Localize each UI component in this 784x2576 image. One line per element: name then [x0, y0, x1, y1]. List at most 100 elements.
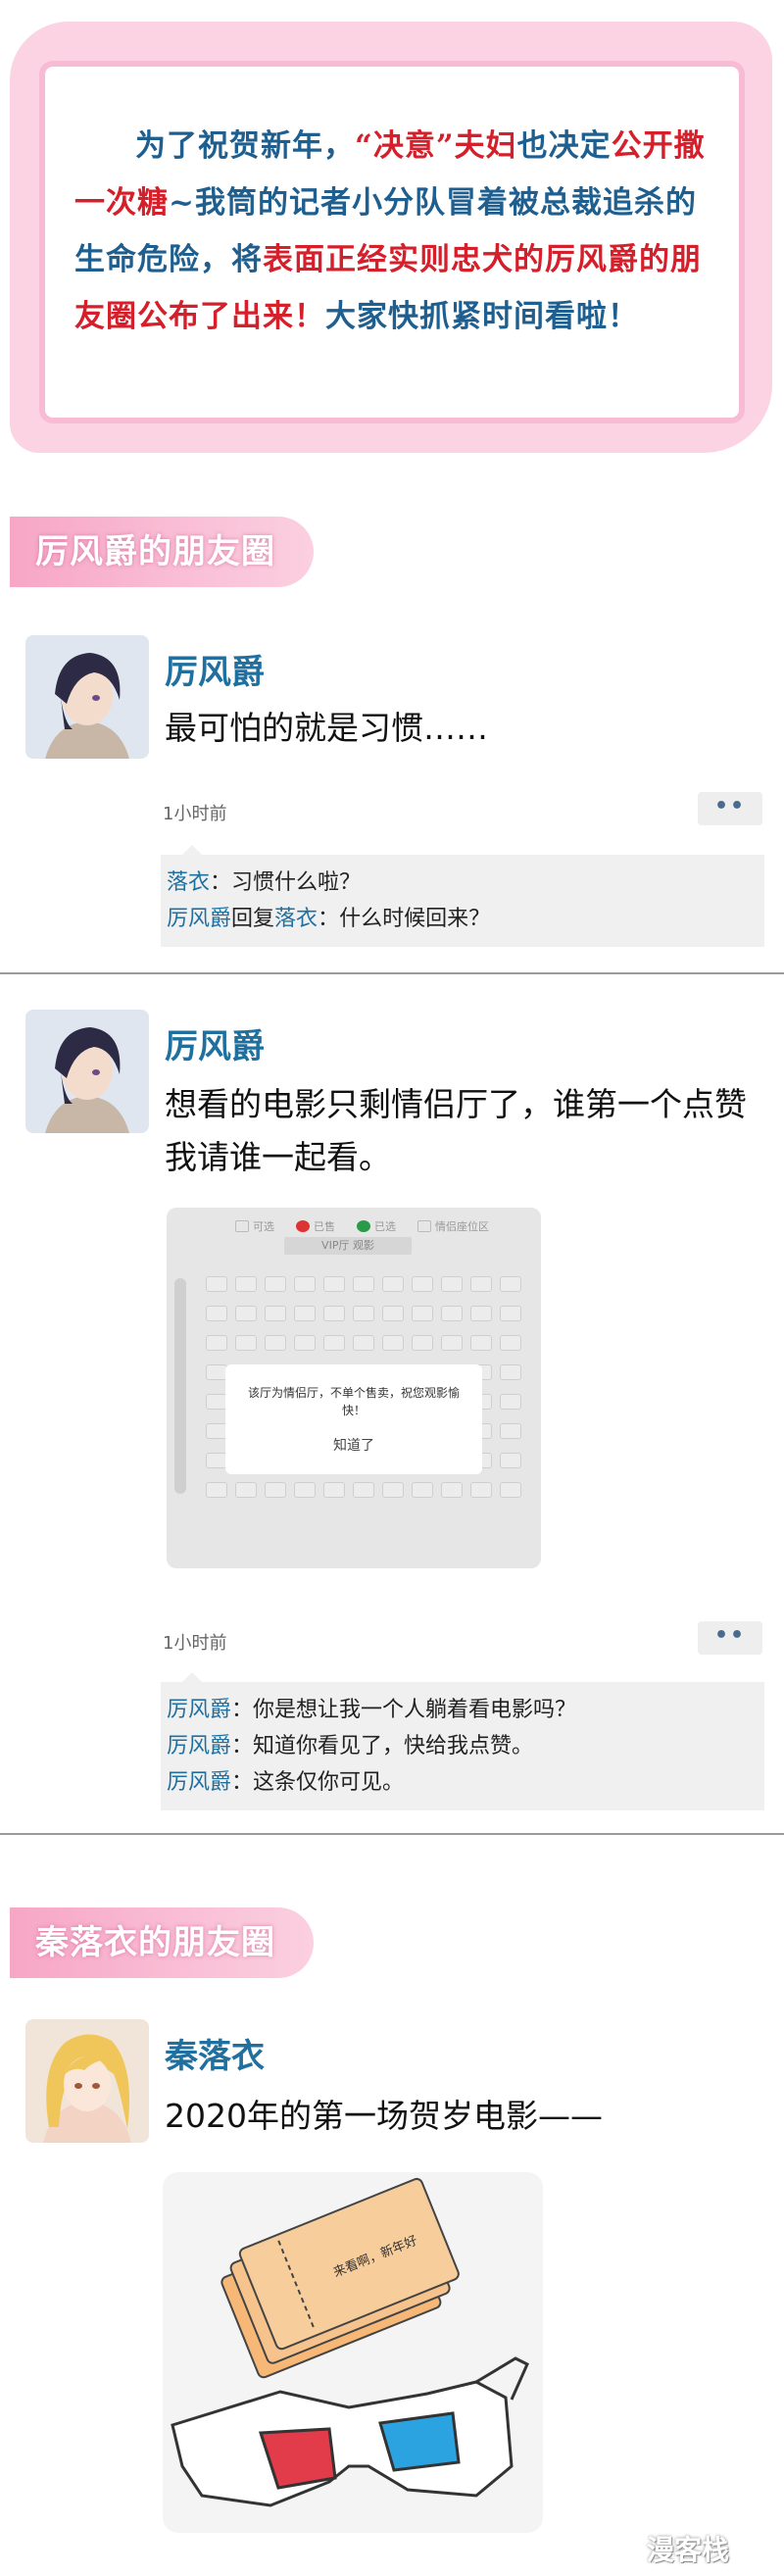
comment-user[interactable]: 厉风爵 — [167, 907, 231, 931]
comment-text: 这条仅你可见。 — [253, 1770, 405, 1795]
seat — [412, 1306, 433, 1321]
dialog-message: 该厅为情侣厅，不单个售卖，祝您观影愉快！ — [247, 1386, 460, 1417]
site-watermark: 漫客栈 — [647, 2534, 730, 2566]
banner-text-7: 公布了出来！ — [137, 299, 325, 334]
seat — [235, 1276, 257, 1292]
comment-list: 落衣：习惯什么啦？ 厉风爵回复落衣：什么时候回来？ — [161, 845, 764, 947]
seat — [206, 1276, 227, 1292]
seat — [441, 1276, 463, 1292]
more-options-button[interactable]: •• — [698, 792, 762, 825]
comment-text: 你是想让我一个人躺着看电影吗？ — [253, 1698, 577, 1722]
post-image-cinema-screenshot[interactable]: 可选 已售 已选 情侣座位区 VIP厅 观影 该厅为情侣厅，不单个售卖，祝您观影… — [167, 1208, 541, 1568]
banner-text-2: “决意”夫妇 — [355, 128, 517, 164]
seat — [470, 1482, 492, 1498]
post-image-tickets-glasses[interactable]: 来看啊，新年好 — [163, 2172, 543, 2533]
comment-text: 什么时候回来？ — [339, 907, 491, 931]
comment-reply-word: 回复 — [231, 907, 275, 931]
movie-tickets-icon: 来看啊，新年好 — [220, 2177, 460, 2379]
seat — [441, 1306, 463, 1321]
seat — [206, 1394, 227, 1410]
seat — [323, 1306, 345, 1321]
seat — [500, 1482, 521, 1498]
seat — [206, 1306, 227, 1321]
comment-user[interactable]: 厉风爵 — [167, 1770, 231, 1795]
post-author-name[interactable]: 厉风爵 — [165, 1019, 265, 1067]
post-author-name[interactable]: 秦落衣 — [165, 2029, 265, 2077]
seat — [265, 1306, 286, 1321]
comment-separator: ： — [231, 1698, 254, 1722]
comment-user[interactable]: 厉风爵 — [167, 1734, 231, 1759]
post-divider — [0, 1833, 784, 1835]
post-text: 最可怕的就是习惯…… — [165, 709, 488, 747]
seat — [470, 1306, 492, 1321]
seat — [265, 1335, 286, 1351]
post-author-name[interactable]: 厉风爵 — [165, 645, 265, 693]
dialog-ok-button[interactable]: 知道了 — [225, 1437, 482, 1455]
avatar[interactable] — [25, 2019, 149, 2143]
comment-item[interactable]: 厉风爵：你是想让我一个人躺着看电影吗？ — [167, 1692, 759, 1728]
seat — [500, 1335, 521, 1351]
comment-item[interactable]: 厉风爵：这条仅你可见。 — [167, 1764, 759, 1801]
couple-hall-dialog: 该厅为情侣厅，不单个售卖，祝您观影愉快！ 知道了 — [225, 1364, 482, 1474]
seat — [353, 1335, 374, 1351]
seat — [412, 1276, 433, 1292]
more-options-button[interactable]: •• — [698, 1621, 762, 1655]
seat — [323, 1482, 345, 1498]
comment-text: 知道你看见了，快给我点赞。 — [253, 1734, 534, 1759]
seat — [500, 1423, 521, 1439]
seat — [470, 1276, 492, 1292]
comment-list: 厉风爵：你是想让我一个人躺着看电影吗？ 厉风爵：知道你看见了，快给我点赞。 厉风… — [161, 1672, 764, 1810]
comment-user[interactable]: 厉风爵 — [167, 1698, 231, 1722]
seat — [500, 1453, 521, 1468]
seat — [470, 1335, 492, 1351]
seat — [412, 1482, 433, 1498]
post-timestamp: 1小时前 — [163, 1633, 227, 1654]
seat — [206, 1335, 227, 1351]
seat — [294, 1276, 316, 1292]
seat — [235, 1482, 257, 1498]
seat — [500, 1394, 521, 1410]
avatar[interactable] — [25, 1010, 149, 1133]
seat — [294, 1306, 316, 1321]
banner-text-3: 也决定 — [516, 128, 612, 164]
3d-glasses-icon — [171, 2356, 529, 2507]
seat — [382, 1482, 404, 1498]
avatar[interactable] — [25, 635, 149, 759]
seat — [441, 1335, 463, 1351]
legend-selected: 已选 — [357, 1215, 396, 1237]
post-timestamp: 1小时前 — [163, 804, 227, 824]
seat-legend: 可选 已售 已选 情侣座位区 — [167, 1208, 541, 1237]
seat — [206, 1453, 227, 1468]
banner-text-1: 为了祝贺新年， — [135, 128, 355, 164]
seat — [235, 1335, 257, 1351]
comment-reply-target[interactable]: 落衣 — [274, 907, 318, 931]
section-label-lifengjue: 厉风爵的朋友圈 — [10, 517, 314, 587]
post-text: 想看的电影只剩情侣厅了，谁第一个点赞我请谁一起看。 — [165, 1085, 747, 1176]
comment-user[interactable]: 落衣 — [167, 870, 210, 895]
banner-text-box: 为了祝贺新年，“决意”夫妇也决定公开撒一次糖~我筒的记者小分队冒着被总裁追杀的生… — [39, 61, 745, 423]
comment-item[interactable]: 厉风爵回复落衣：什么时候回来？ — [167, 901, 759, 937]
comment-separator: ： — [318, 907, 340, 931]
comment-separator: ： — [231, 1734, 254, 1759]
row-index-strip — [174, 1278, 186, 1494]
banner-text-8: 大家快抓紧时间看啦！ — [325, 299, 639, 334]
seat — [382, 1276, 404, 1292]
comment-separator: ： — [210, 870, 232, 895]
seat — [206, 1482, 227, 1498]
seat — [382, 1335, 404, 1351]
seat — [500, 1276, 521, 1292]
seat — [353, 1276, 374, 1292]
seat — [353, 1482, 374, 1498]
seat — [206, 1423, 227, 1439]
comment-item[interactable]: 落衣：习惯什么啦？ — [167, 865, 759, 901]
seat — [294, 1335, 316, 1351]
legend-available: 可选 — [235, 1215, 274, 1237]
seat — [412, 1335, 433, 1351]
comment-item[interactable]: 厉风爵：知道你看见了，快给我点赞。 — [167, 1728, 759, 1764]
banner-paragraph: 为了祝贺新年，“决意”夫妇也决定公开撒一次糖~我筒的记者小分队冒着被总裁追杀的生… — [74, 118, 710, 345]
seat — [500, 1306, 521, 1321]
seat — [353, 1306, 374, 1321]
seat — [206, 1364, 227, 1380]
seat — [265, 1276, 286, 1292]
seat — [265, 1482, 286, 1498]
